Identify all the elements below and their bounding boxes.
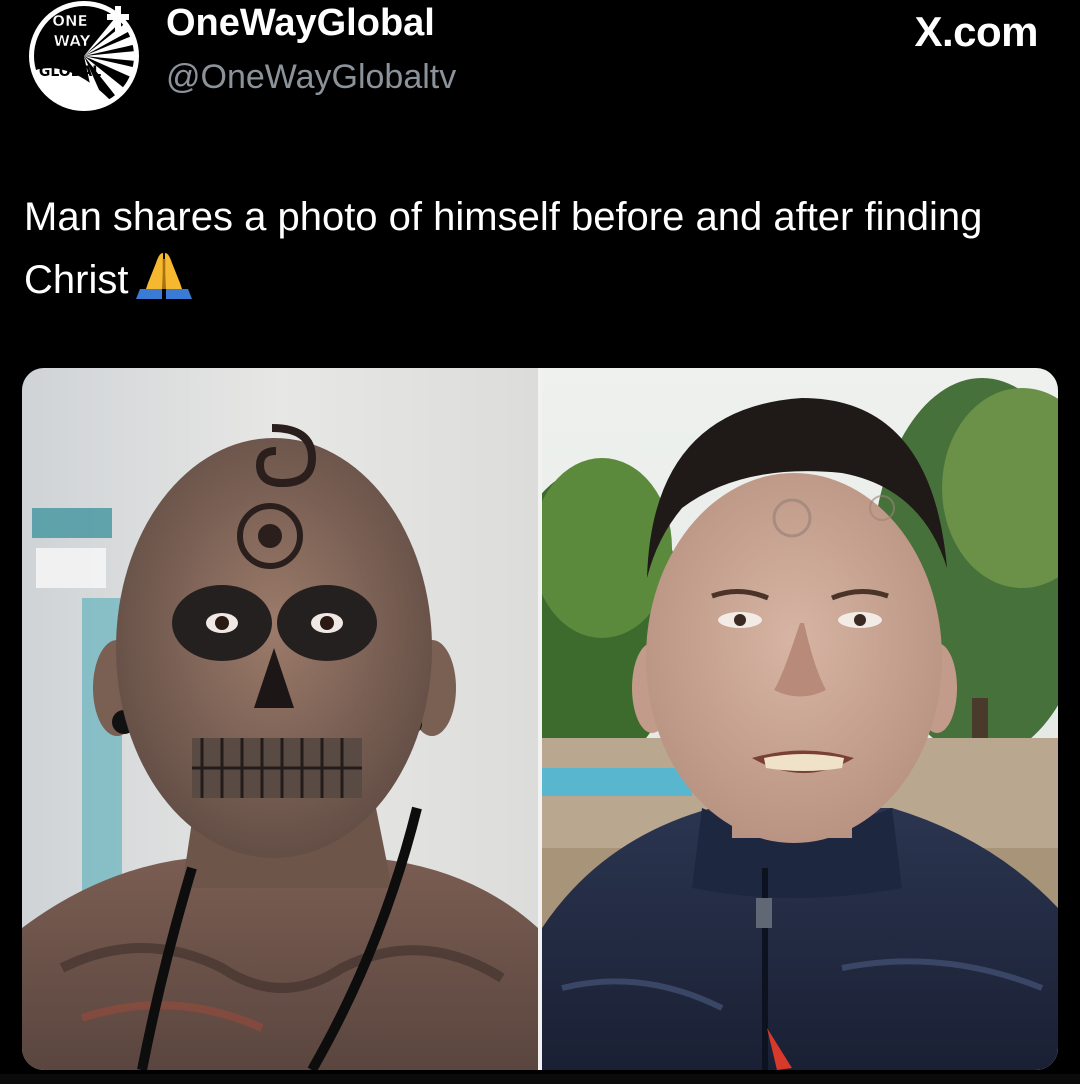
bottom-bar bbox=[0, 1074, 1080, 1084]
cross-sunburst-logo-icon: ONE WAY GLOBAL bbox=[29, 1, 139, 111]
folded-hands-icon bbox=[136, 249, 193, 299]
avatar-logo-line-1: ONE bbox=[52, 12, 88, 30]
author-handle[interactable]: @OneWayGlobaltv bbox=[166, 58, 456, 97]
source-label: X.com bbox=[914, 8, 1038, 55]
before-photo[interactable] bbox=[22, 368, 538, 1070]
post-header: ONE WAY GLOBAL OneWayGlobal @OneWayGloba… bbox=[0, 0, 1080, 130]
post-text: Man shares a photo of himself before and… bbox=[24, 186, 1044, 312]
post-media[interactable] bbox=[22, 368, 1058, 1070]
avatar[interactable]: ONE WAY GLOBAL bbox=[22, 0, 146, 114]
after-photo[interactable] bbox=[542, 368, 1058, 1070]
author-name[interactable]: OneWayGlobal bbox=[166, 2, 435, 45]
avatar-logo-line-3: GLOBAL bbox=[39, 64, 101, 80]
avatar-logo-line-2: WAY bbox=[54, 32, 92, 50]
